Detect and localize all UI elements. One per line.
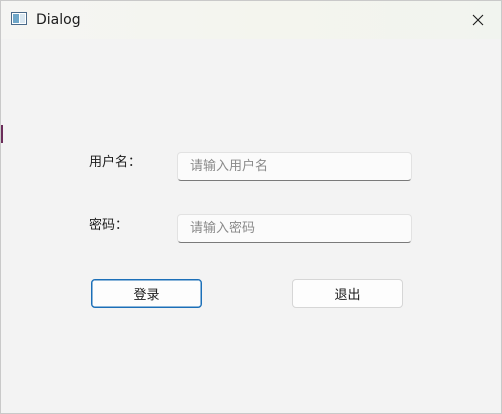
exit-button[interactable]: 退出 xyxy=(292,279,403,308)
window-title: Dialog xyxy=(36,12,81,28)
close-icon xyxy=(472,14,484,26)
dialog-window: Dialog 用户名： 密码： 登录 退出 xyxy=(0,0,502,414)
username-input[interactable] xyxy=(177,152,412,181)
window-edge-artifact xyxy=(1,125,3,143)
login-button[interactable]: 登录 xyxy=(91,279,202,308)
password-label: 密码： xyxy=(89,218,129,233)
login-button-label: 登录 xyxy=(133,288,160,303)
exit-button-label: 退出 xyxy=(334,288,361,303)
close-button[interactable] xyxy=(455,1,501,39)
dialog-window-icon xyxy=(11,12,27,25)
title-bar[interactable]: Dialog xyxy=(1,1,501,39)
username-label: 用户名： xyxy=(89,155,142,170)
password-input[interactable] xyxy=(177,214,412,243)
